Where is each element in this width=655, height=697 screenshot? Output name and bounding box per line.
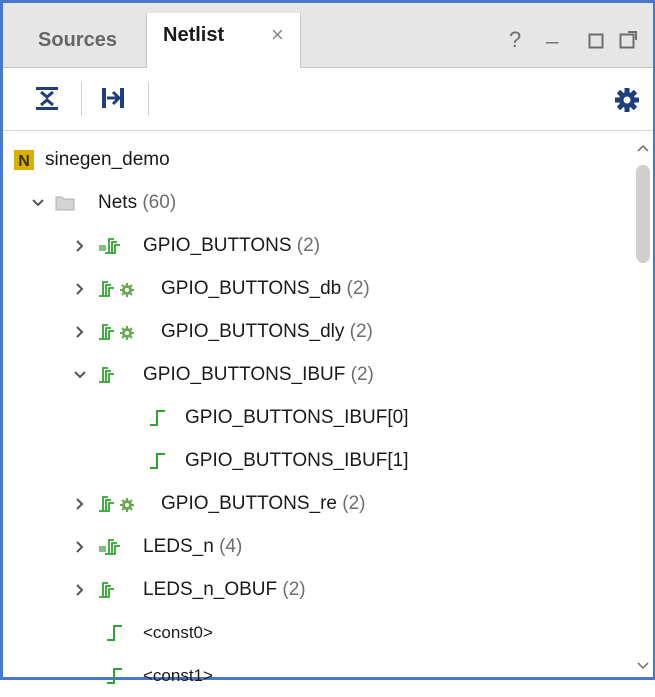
- scroll-down-icon[interactable]: [636, 661, 650, 671]
- tab-netlist-label: Netlist: [163, 24, 225, 46]
- net-label: LEDS_n: [143, 536, 214, 557]
- chevron-right-icon[interactable]: [73, 325, 87, 339]
- net-icon: [150, 410, 165, 426]
- bus-internal-net-icon: [99, 496, 134, 512]
- chevron-right-icon[interactable]: [73, 540, 87, 554]
- net-item[interactable]: GPIO_BUTTONS_db (2): [3, 268, 623, 310]
- bus-net-icon: [99, 367, 114, 383]
- net-count: (4): [219, 536, 243, 557]
- net-label: GPIO_BUTTONS_IBUF: [143, 364, 346, 385]
- net-item[interactable]: LEDS_n_OBUF (2): [3, 569, 623, 611]
- tree-root[interactable]: N sinegen_demo: [3, 139, 623, 181]
- net-item[interactable]: GPIO_BUTTONS_re (2): [3, 483, 623, 525]
- tree-root-label: sinegen_demo: [45, 149, 170, 170]
- net-item[interactable]: GPIO_BUTTONS_dly (2): [3, 311, 623, 353]
- net-label: GPIO_BUTTONS_IBUF[1]: [185, 450, 409, 471]
- nets-label: Nets: [98, 192, 138, 213]
- tab-bar: Sources Netlist × ? _: [3, 3, 653, 68]
- net-item[interactable]: <const0>: [3, 612, 623, 654]
- svg-text:N: N: [18, 153, 30, 170]
- scroll-up-icon[interactable]: [636, 143, 650, 153]
- net-count: (2): [342, 493, 366, 514]
- net-icon: [150, 453, 165, 469]
- net-label: <const0>: [143, 623, 213, 642]
- toolbar-separator: [148, 82, 149, 116]
- chevron-right-icon[interactable]: [73, 282, 87, 296]
- chevron-down-icon[interactable]: [31, 196, 45, 210]
- toolbar-separator: [81, 82, 82, 116]
- net-label: GPIO_BUTTONS: [143, 235, 292, 256]
- net-item[interactable]: GPIO_BUTTONS_IBUF[1]: [3, 440, 623, 482]
- netlist-tree: N sinegen_demo Nets (60) GPIO_BUTTONS (2…: [3, 131, 633, 685]
- net-count: (2): [296, 235, 321, 256]
- bus-port-net-icon: [99, 539, 120, 555]
- net-label: GPIO_BUTTONS_re: [161, 493, 337, 514]
- net-count: (2): [349, 321, 373, 342]
- vertical-scrollbar[interactable]: [633, 131, 653, 677]
- net-item[interactable]: GPIO_BUTTONS_IBUF (2): [3, 354, 623, 396]
- tab-netlist[interactable]: Netlist ×: [146, 13, 301, 68]
- net-icon: [107, 668, 122, 684]
- chevron-down-icon[interactable]: [73, 368, 87, 382]
- net-label: GPIO_BUTTONS_db: [161, 278, 342, 299]
- minimize-icon[interactable]: _: [546, 17, 558, 47]
- chevron-right-icon[interactable]: [73, 239, 87, 253]
- netlist-panel: Sources Netlist × ? _ N sinegen_demo Net…: [0, 0, 655, 685]
- netlist-toolbar: [3, 68, 653, 131]
- bus-net-icon: [99, 582, 114, 598]
- folder-icon: [55, 196, 75, 211]
- net-icon: [107, 625, 122, 641]
- scrollbar-thumb[interactable]: [636, 165, 650, 263]
- bus-port-net-icon: [99, 238, 120, 254]
- tab-sources-label: Sources: [38, 29, 117, 51]
- bus-internal-net-icon: [99, 324, 134, 340]
- tab-sources[interactable]: Sources: [3, 13, 146, 67]
- net-item[interactable]: LEDS_n (4): [3, 526, 623, 568]
- gear-icon[interactable]: [613, 86, 641, 114]
- help-icon[interactable]: ?: [509, 25, 521, 55]
- float-window-icon[interactable]: [619, 31, 637, 49]
- close-tab-icon[interactable]: ×: [271, 8, 284, 62]
- bus-internal-net-icon: [99, 281, 134, 297]
- chevron-right-icon[interactable]: [73, 497, 87, 511]
- net-label: <const1>: [143, 666, 213, 685]
- net-count: (2): [282, 579, 306, 600]
- chevron-right-icon[interactable]: [73, 583, 87, 597]
- net-item[interactable]: <const1>: [3, 655, 623, 697]
- restore-icon[interactable]: [588, 33, 604, 49]
- design-root-icon: N: [14, 150, 34, 170]
- net-count: (2): [346, 278, 370, 299]
- nets-count: (60): [142, 192, 177, 213]
- net-count: (2): [350, 364, 374, 385]
- net-label: GPIO_BUTTONS_IBUF[0]: [185, 407, 409, 428]
- collapse-all-icon[interactable]: [33, 84, 61, 112]
- net-item[interactable]: GPIO_BUTTONS (2): [3, 225, 623, 267]
- tree-folder-nets[interactable]: Nets (60): [3, 182, 623, 224]
- net-label: GPIO_BUTTONS_dly: [161, 321, 345, 342]
- net-item[interactable]: GPIO_BUTTONS_IBUF[0]: [3, 397, 623, 439]
- net-label: LEDS_n_OBUF: [143, 579, 278, 600]
- expand-selected-icon[interactable]: [99, 84, 127, 112]
